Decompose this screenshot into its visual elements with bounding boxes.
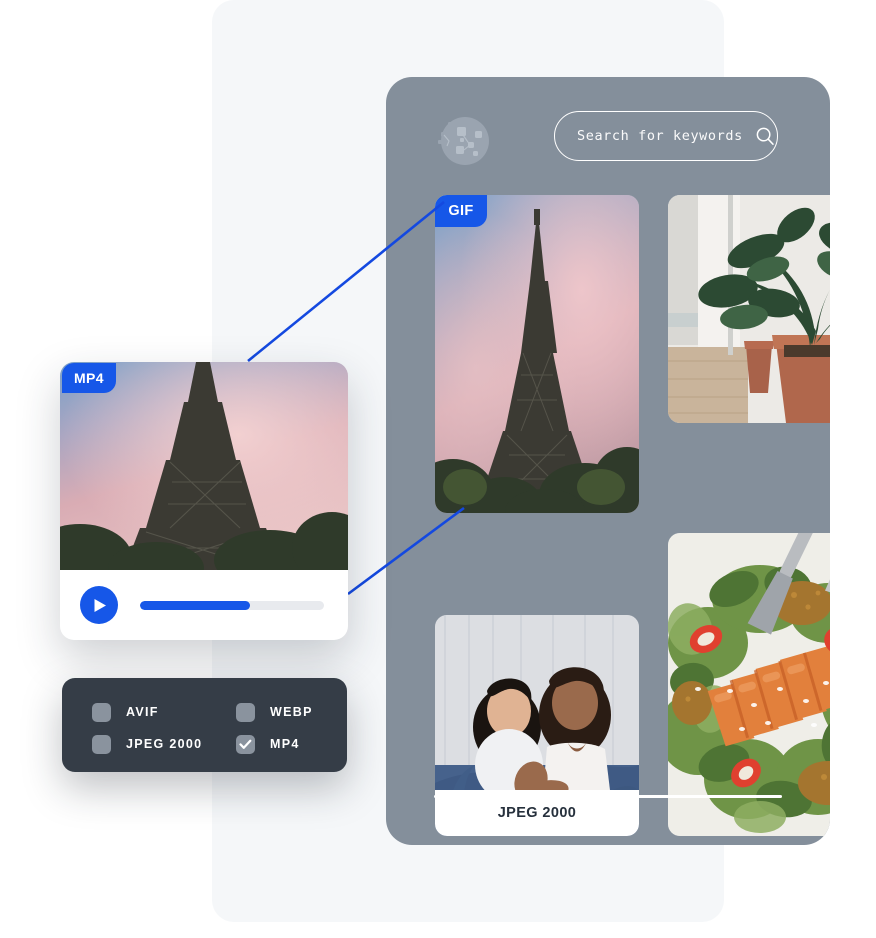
format-row-2: JPEG 2000 MP4 [92, 728, 347, 760]
pixelated-circle-logo-icon [430, 110, 492, 172]
device-header [386, 77, 830, 199]
format-label-avif: AVIF [126, 705, 159, 719]
format-label-mp4: MP4 [270, 737, 300, 751]
video-player-controls [60, 570, 348, 640]
media-grid: GIF JPEG 2000 [386, 195, 830, 845]
check-icon [239, 739, 252, 749]
search-icon[interactable] [755, 126, 775, 146]
search-input[interactable] [577, 128, 749, 144]
checkbox-mp4[interactable] [236, 734, 255, 754]
format-option-webp[interactable]: WEBP [236, 702, 313, 722]
device-panel: GIF [386, 77, 830, 845]
format-filter-panel: AVIF WEBP JPEG 2000 MP4 [62, 678, 347, 772]
video-preview-card[interactable]: MP4 [60, 362, 348, 640]
play-icon [91, 598, 107, 613]
gallery-item-two-women-smiling[interactable]: JPEG 2000 [435, 615, 639, 836]
format-badge-mp4: MP4 [62, 363, 116, 393]
panel-divider [434, 795, 782, 798]
format-badge-gif: GIF [435, 195, 487, 227]
video-progress-fill [140, 600, 251, 610]
format-option-jpeg2000[interactable]: JPEG 2000 [92, 734, 236, 754]
screenshot-stage: GIF [0, 0, 876, 938]
gallery-item-eiffel-tower-gif[interactable]: GIF [435, 195, 639, 513]
play-button[interactable] [80, 586, 118, 624]
search-box[interactable] [554, 111, 778, 161]
video-progress-bar[interactable] [140, 600, 324, 610]
format-row-1: AVIF WEBP [92, 696, 347, 728]
format-label-webp: WEBP [270, 705, 313, 719]
format-label-jpeg2000: JPEG 2000 [126, 737, 203, 751]
video-thumbnail [60, 362, 348, 570]
checkbox-jpeg2000[interactable] [92, 734, 111, 754]
gallery-item-potted-plants[interactable] [668, 195, 830, 423]
checkbox-webp[interactable] [236, 702, 255, 722]
checkbox-avif[interactable] [92, 702, 111, 722]
format-option-avif[interactable]: AVIF [92, 702, 236, 722]
gallery-item-salmon-salad[interactable] [668, 533, 830, 836]
format-option-mp4[interactable]: MP4 [236, 734, 300, 754]
